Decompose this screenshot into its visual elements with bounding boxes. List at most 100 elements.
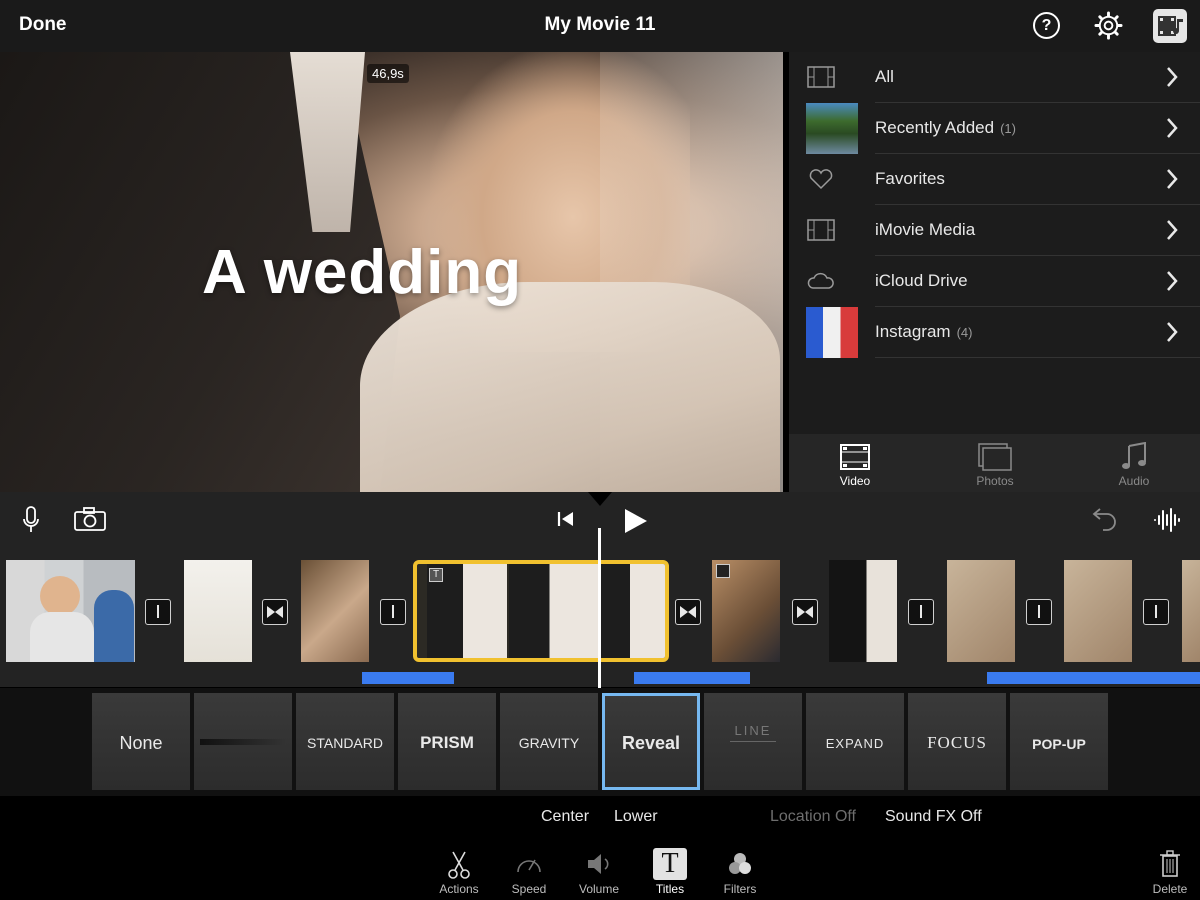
undo-icon[interactable] [1089, 506, 1119, 532]
delete-button[interactable]: Delete [1135, 848, 1200, 896]
title-style-label: EXPAND [825, 736, 885, 751]
bottom-toolbar: Actions Speed Volume T Titles Filters De… [0, 840, 1200, 900]
browser-item-label: Favorites [875, 169, 945, 188]
transition-cross-dissolve-button[interactable] [675, 599, 701, 625]
title-style-pop-up[interactable]: POP-UP [1010, 693, 1108, 790]
chevron-right-icon [1167, 118, 1178, 138]
audio-track-segment[interactable] [362, 672, 454, 684]
media-browser-icon [1158, 16, 1183, 36]
video-icon [840, 444, 870, 470]
audio-track-segment[interactable] [634, 672, 750, 684]
title-style-gravity[interactable]: GRAVITY [500, 693, 598, 790]
browser-item-imovie-media[interactable]: iMovie Media [789, 205, 1200, 256]
position-lower-button[interactable]: Lower [614, 808, 658, 826]
trash-icon [1160, 850, 1180, 877]
browser-item-all[interactable]: All [789, 52, 1200, 103]
transition-none-button[interactable] [1026, 599, 1052, 625]
timeline-clip[interactable] [829, 560, 897, 662]
tool-label: Speed [511, 882, 547, 896]
title-styles-row: None STANDARD PRISM GRAVITY Reveal LINE … [0, 688, 1200, 796]
browser-tab-bar: Video Photos Audio [789, 434, 1200, 492]
tool-label: Filters [723, 882, 757, 896]
position-center-button[interactable]: Center [541, 808, 589, 826]
title-style-reveal[interactable]: Reveal [602, 693, 700, 790]
title-style-line[interactable]: LINE [704, 693, 802, 790]
scissors-icon [448, 851, 470, 879]
time-indicator: 46,9s [367, 64, 409, 83]
title-style-standard[interactable]: STANDARD [296, 693, 394, 790]
tab-audio[interactable]: Audio [1089, 442, 1179, 488]
browser-item-label: All [875, 67, 894, 86]
cloud-icon [807, 272, 834, 289]
title-style-prism[interactable]: PRISM [398, 693, 496, 790]
microphone-icon[interactable] [22, 506, 40, 534]
transition-none-button[interactable] [1143, 599, 1169, 625]
transition-none-button[interactable] [145, 599, 171, 625]
sound-fx-toggle[interactable]: Sound FX Off [885, 808, 982, 826]
transition-cross-dissolve-button[interactable] [792, 599, 818, 625]
tab-label: Audio [1118, 474, 1150, 488]
tab-video[interactable]: Video [810, 442, 900, 488]
speedometer-icon [517, 859, 541, 873]
transition-none-button[interactable] [908, 599, 934, 625]
playhead[interactable] [598, 528, 601, 688]
tool-label: Delete [1152, 882, 1188, 896]
gear-icon[interactable] [1094, 11, 1123, 40]
title-style-preview-bar [730, 741, 776, 742]
browser-item-icloud-drive[interactable]: iCloud Drive [789, 256, 1200, 307]
top-bar: Done My Movie 11 ? [0, 0, 1200, 52]
transition-none-button[interactable] [380, 599, 406, 625]
camera-icon[interactable] [74, 507, 106, 531]
speaker-icon [588, 854, 609, 874]
help-icon[interactable]: ? [1033, 12, 1060, 39]
title-style-label: POP-UP [1032, 736, 1086, 752]
timeline-clip[interactable] [947, 560, 1015, 662]
music-note-icon [1122, 442, 1146, 469]
recently-added-thumbnail [806, 103, 858, 154]
tab-photos[interactable]: Photos [950, 442, 1040, 488]
title-style-standard-lower[interactable] [194, 693, 292, 790]
timeline-clip[interactable] [1182, 560, 1200, 662]
timeline-clip[interactable] [6, 560, 135, 662]
browser-item-count: (4) [956, 325, 973, 340]
tool-label: Volume [578, 882, 620, 896]
browser-item-favorites[interactable]: Favorites [789, 154, 1200, 205]
title-style-preview-bar [200, 739, 286, 745]
timeline-clip[interactable] [712, 560, 780, 662]
volume-button[interactable]: Volume [564, 848, 634, 896]
film-icon [807, 66, 835, 88]
chevron-right-icon [1167, 271, 1178, 291]
timeline-clip[interactable] [301, 560, 369, 662]
play-icon[interactable] [623, 507, 649, 535]
location-toggle[interactable]: Location Off [770, 808, 856, 826]
titles-icon: T [653, 848, 687, 880]
video-preview[interactable]: 46,9s A wedding [0, 52, 783, 492]
browser-item-recently-added[interactable]: Recently Added (1) [789, 103, 1200, 154]
transition-cross-dissolve-button[interactable] [262, 599, 288, 625]
project-title: My Movie 11 [544, 14, 656, 35]
title-overlay-text[interactable]: A wedding [202, 237, 522, 308]
selected-timeline-clip[interactable]: T [413, 560, 669, 662]
title-style-expand[interactable]: EXPAND [806, 693, 904, 790]
timeline-clip[interactable] [1064, 560, 1132, 662]
title-style-focus[interactable]: FOCUS [908, 693, 1006, 790]
filters-button[interactable]: Filters [705, 848, 775, 896]
audio-waveform-icon[interactable] [1153, 506, 1181, 534]
speed-button[interactable]: Speed [494, 848, 564, 896]
browser-item-count: (1) [1000, 121, 1016, 136]
timeline-clip[interactable] [184, 560, 252, 662]
audio-track-segment[interactable] [987, 672, 1200, 684]
filters-icon [729, 853, 751, 874]
titles-button[interactable]: T Titles [635, 848, 705, 896]
browser-item-instagram[interactable]: Instagram (4) [789, 307, 1200, 358]
instagram-thumbnail [806, 307, 858, 358]
chevron-right-icon [1167, 67, 1178, 87]
skip-to-start-icon[interactable] [557, 510, 575, 528]
browser-item-label: Instagram [875, 322, 951, 341]
title-style-label: Reveal [621, 733, 681, 753]
photos-icon [978, 443, 1012, 471]
media-browser-button[interactable] [1153, 9, 1187, 43]
actions-button[interactable]: Actions [424, 848, 494, 896]
title-style-none[interactable]: None [92, 693, 190, 790]
title-style-label: LINE [734, 723, 772, 738]
